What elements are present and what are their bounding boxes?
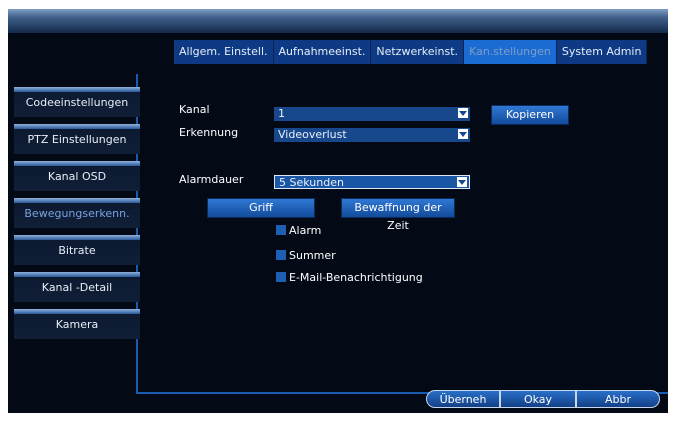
footer-buttons: Überneh Okay Abbr — [426, 390, 660, 408]
dvr-settings-screen: Allgem. Einstell. Aufnahmeeinst. Netzwer… — [8, 9, 668, 413]
buzzer-checkbox[interactable] — [276, 250, 286, 260]
tab-recording-settings[interactable]: Aufnahmeeinst. — [273, 40, 372, 64]
sidebar-item-bitrate[interactable]: Bitrate — [14, 235, 140, 265]
sidebar-item-label: Kamera — [55, 318, 99, 331]
detection-type-select[interactable]: Videoverlust — [274, 128, 470, 142]
copy-button[interactable]: Kopieren — [491, 105, 569, 125]
alarm-checkbox[interactable] — [276, 225, 286, 235]
detection-label: Erkennung — [179, 126, 239, 139]
sidebar-item-label: Kanal OSD — [47, 170, 107, 183]
handle-button[interactable]: Griff — [207, 198, 315, 218]
channel-settings-sidebar: Codeeinstellungen PTZ Einstellungen Kana… — [14, 87, 140, 346]
arming-schedule-button[interactable]: Bewaffnung der Zeit — [341, 198, 455, 232]
sidebar-item-camera[interactable]: Kamera — [14, 309, 140, 339]
alarm-checkbox-label: Alarm — [289, 223, 322, 237]
channel-select[interactable]: 1 — [274, 107, 470, 121]
email-notification-option: E-Mail-Benachrichtigung — [276, 270, 423, 284]
sidebar-item-label: Bewegungserkenn. — [24, 207, 130, 220]
tab-channel-settings[interactable]: Kan.stellungen — [464, 40, 557, 64]
chevron-down-icon — [457, 177, 467, 187]
channel-value: 1 — [278, 107, 285, 120]
cancel-button[interactable]: Abbr — [576, 390, 660, 408]
ok-button[interactable]: Okay — [500, 390, 576, 408]
sidebar-item-ptz-settings[interactable]: PTZ Einstellungen — [14, 124, 140, 154]
email-notification-checkbox[interactable] — [276, 272, 286, 282]
tab-system-admin[interactable]: System Admin — [556, 40, 648, 64]
top-title-bar — [8, 9, 668, 33]
buzzer-option: Summer — [276, 248, 336, 262]
alarm-option: Alarm — [276, 223, 321, 237]
sidebar-item-label: Kanal -Detail — [41, 281, 113, 294]
chevron-down-icon — [458, 129, 468, 139]
sidebar-item-label: Bitrate — [58, 244, 96, 257]
sidebar-item-channel-detail[interactable]: Kanal -Detail — [14, 272, 140, 302]
alarm-duration-select[interactable]: 5 Sekunden — [274, 175, 470, 189]
tab-network-settings[interactable]: Netzwerkeinst. — [371, 40, 465, 64]
settings-tabs: Allgem. Einstell. Aufnahmeeinst. Netzwer… — [174, 40, 648, 64]
chevron-down-icon — [458, 108, 468, 118]
alarm-duration-value: 5 Sekunden — [279, 176, 344, 189]
sidebar-item-channel-osd[interactable]: Kanal OSD — [14, 161, 140, 191]
sidebar-item-encode-settings[interactable]: Codeeinstellungen — [14, 87, 140, 117]
sidebar-item-label: Codeeinstellungen — [25, 96, 129, 109]
buzzer-checkbox-label: Summer — [289, 248, 336, 262]
email-notification-checkbox-label: E-Mail-Benachrichtigung — [289, 270, 423, 284]
sidebar-item-label: PTZ Einstellungen — [27, 133, 127, 146]
alarm-duration-label: Alarmdauer — [179, 173, 244, 186]
detection-type-value: Videoverlust — [278, 128, 347, 141]
apply-button[interactable]: Überneh — [426, 390, 500, 408]
sidebar-item-motion-detection[interactable]: Bewegungserkenn. — [14, 198, 140, 228]
tab-general-settings[interactable]: Allgem. Einstell. — [174, 40, 274, 64]
channel-label: Kanal — [179, 103, 210, 116]
